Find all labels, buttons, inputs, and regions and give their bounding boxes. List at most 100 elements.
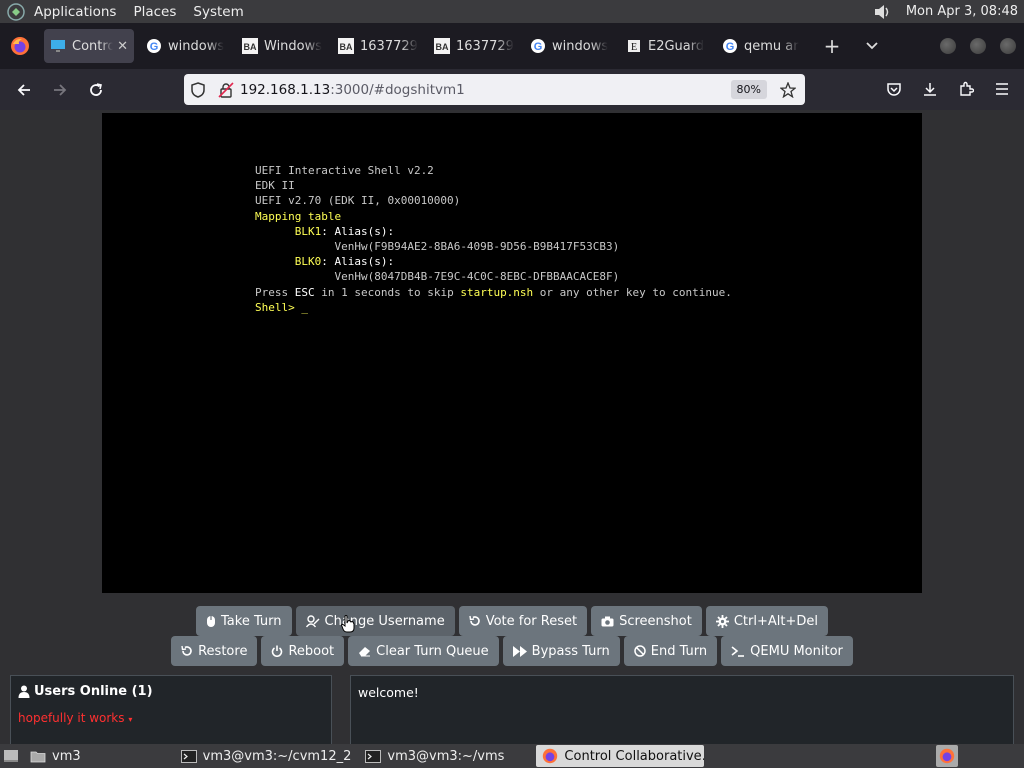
insecure-lock-icon[interactable]	[212, 81, 240, 98]
console-line: UEFI Interactive Shell v2.2	[255, 164, 434, 177]
taskbar-label: vm3@vm3:~/cvm12_2	[202, 748, 352, 764]
minimize-button[interactable]	[940, 38, 956, 54]
take-turn-button[interactable]: Take Turn	[196, 606, 292, 636]
power-icon	[271, 645, 283, 657]
tab-title: windows	[552, 38, 609, 54]
taskbar-item-terminal-cvm12[interactable]: vm3@vm3:~/cvm12_2	[175, 745, 358, 767]
svg-text:BA: BA	[436, 42, 449, 52]
volume-icon[interactable]	[872, 3, 892, 21]
firefox-menu-icon[interactable]	[0, 23, 40, 69]
qemu-monitor-label: QEMU Monitor	[750, 643, 843, 659]
tab-windows-3[interactable]: G windows	[524, 29, 620, 63]
chat-panel: welcome!	[350, 675, 1014, 747]
fast-forward-icon	[512, 645, 527, 657]
change-username-button[interactable]: Change Username	[295, 606, 455, 636]
taskbar-label: vm3@vm3:~/vms	[387, 748, 505, 764]
screenshot-label: Screenshot	[619, 613, 692, 629]
taskbar-item-vm3[interactable]: vm3	[24, 745, 87, 767]
top-panel: Applications Places System Mon Apr 3, 08…	[0, 0, 1024, 23]
svg-text:BA: BA	[244, 42, 257, 52]
vote-reset-button[interactable]: Vote for Reset	[458, 606, 588, 636]
nav-bar: 192.168.1.13:3000/#dogshitvm1 80%	[0, 69, 1024, 110]
rotate-icon	[181, 645, 193, 657]
maximize-button[interactable]	[970, 38, 986, 54]
reload-button[interactable]	[78, 74, 114, 106]
users-online-header: Users Online (1)	[11, 676, 331, 707]
rotate-icon	[469, 615, 481, 627]
google-icon: G	[146, 38, 162, 54]
control-row-2: Restore Reboot Clear Turn Queue Bypass T…	[0, 636, 1024, 666]
users-online-panel: Users Online (1) hopefully it works ▾	[10, 675, 332, 747]
svg-text:E: E	[631, 42, 637, 53]
uefi-console: UEFI Interactive Shell v2.2 EDK II UEFI v2…	[255, 163, 732, 315]
tab-title: Control	[72, 38, 114, 54]
tab-strip: Control ✕ G windows BA Windows BA 163772…	[0, 23, 1024, 69]
restore-button[interactable]: Restore	[171, 636, 258, 666]
take-turn-label: Take Turn	[221, 613, 282, 629]
console-line: Shell> _	[255, 300, 308, 314]
tab-title: windows	[168, 38, 225, 54]
places-menu[interactable]: Places	[133, 4, 176, 20]
clock[interactable]: Mon Apr 3, 08:48	[906, 4, 1018, 19]
zoom-level-badge[interactable]: 80%	[730, 80, 767, 99]
shield-icon[interactable]	[184, 81, 212, 98]
url-bar[interactable]: 192.168.1.13:3000/#dogshitvm1 80%	[184, 74, 805, 105]
terminal-icon	[365, 749, 382, 763]
hamburger-menu-icon[interactable]	[984, 73, 1020, 105]
url-text[interactable]: 192.168.1.13:3000/#dogshitvm1	[240, 82, 731, 98]
caret-down-icon: ▾	[128, 715, 133, 724]
tab-title: Windows	[264, 38, 323, 54]
clear-turn-queue-label: Clear Turn Queue	[376, 643, 489, 659]
bookmark-star-icon[interactable]	[775, 81, 801, 98]
tab-qemu[interactable]: G qemu ar	[716, 29, 812, 63]
taskbar-item-firefox[interactable]: Control Collaborative…	[536, 745, 705, 767]
reboot-button[interactable]: Reboot	[261, 636, 345, 666]
tab-title: E2Guard	[648, 38, 705, 54]
forward-button[interactable]	[42, 74, 78, 106]
distro-logo-icon[interactable]	[6, 2, 26, 22]
console-line: Press ESC in 1 seconds to skip startup.n…	[255, 285, 732, 299]
tab-e2guard[interactable]: E E2Guard	[620, 29, 716, 63]
applications-menu[interactable]: Applications	[34, 4, 116, 20]
close-window-button[interactable]	[1000, 38, 1016, 54]
list-all-tabs-button[interactable]	[852, 29, 892, 63]
ban-icon	[634, 645, 646, 657]
forward-arrow-icon	[54, 83, 67, 96]
clear-turn-queue-button[interactable]: Clear Turn Queue	[348, 636, 499, 666]
extensions-icon[interactable]	[948, 73, 984, 105]
bypass-turn-button[interactable]: Bypass Turn	[502, 636, 620, 666]
username: hopefully it works	[18, 711, 125, 725]
pocket-icon[interactable]	[876, 73, 912, 105]
ba-icon: BA	[434, 38, 450, 54]
workspace-switcher[interactable]	[936, 745, 958, 767]
tab-1637729[interactable]: BA 1637729	[332, 29, 428, 63]
vm-display[interactable]: UEFI Interactive Shell v2.2 EDK II UEFI v2…	[102, 113, 922, 593]
console-line: UEFI v2.70 (EDK II, 0x00010000)	[255, 194, 461, 208]
camera-icon	[601, 616, 614, 627]
system-menu[interactable]: System	[193, 4, 243, 20]
user-list-item[interactable]: hopefully it works ▾	[11, 707, 331, 729]
taskbar-label: vm3	[52, 748, 81, 764]
console-line: BLK1: Alias(s):	[294, 224, 395, 238]
tab-1637729-2[interactable]: BA 1637729	[428, 29, 524, 63]
end-turn-button[interactable]: End Turn	[623, 636, 718, 666]
qemu-monitor-button[interactable]: QEMU Monitor	[721, 636, 853, 666]
user-tag-icon	[305, 614, 320, 628]
folder-icon	[30, 750, 46, 763]
new-tab-button[interactable]: +	[812, 29, 852, 63]
tab-windows-2[interactable]: BA Windows	[236, 29, 332, 63]
downloads-icon[interactable]	[912, 73, 948, 105]
back-button[interactable]	[6, 74, 42, 106]
close-tab-icon[interactable]: ✕	[117, 39, 128, 54]
show-desktop-icon[interactable]	[2, 747, 20, 765]
reboot-label: Reboot	[288, 643, 335, 659]
tab-control[interactable]: Control ✕	[44, 29, 134, 63]
end-turn-label: End Turn	[650, 643, 708, 659]
firefox-icon	[542, 748, 558, 764]
console-line: BLK0: Alias(s):	[294, 255, 395, 269]
taskbar-item-terminal-vms[interactable]: vm3@vm3:~/vms	[359, 745, 510, 767]
bottom-panel: vm3 vm3@vm3:~/cvm12_2 vm3@vm3:~/vms Cont…	[0, 744, 1024, 768]
screenshot-button[interactable]: Screenshot	[591, 606, 702, 636]
tab-windows[interactable]: G windows	[140, 29, 236, 63]
ctrl-alt-del-button[interactable]: Ctrl+Alt+Del	[705, 606, 828, 636]
